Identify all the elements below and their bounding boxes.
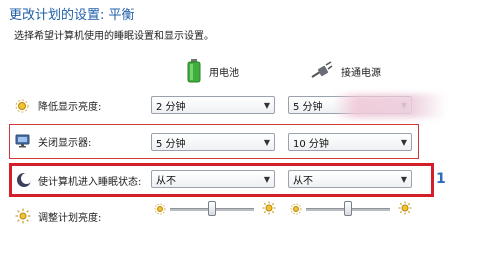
brightness-plugged-slider[interactable] <box>306 200 390 218</box>
battery-icon <box>187 59 201 83</box>
sun-small-icon <box>154 203 166 215</box>
display-off-plugged-value: 10 分钟 <box>293 138 329 150</box>
display-off-battery-select[interactable]: 5 分钟 ▼ <box>151 133 275 151</box>
slider-thumb[interactable] <box>208 201 216 216</box>
power-plan-settings-page: 更改计划的设置: 平衡 选择希望计算机使用的睡眠设置和显示设置。 用电池 接通电… <box>0 0 499 264</box>
row-label-sleep: 使计算机进入睡眠状态: <box>38 177 142 188</box>
blurred-overlay <box>334 94 446 118</box>
brightness-battery-slider[interactable] <box>170 200 254 218</box>
chevron-down-icon: ▼ <box>263 137 271 147</box>
sleep-plugged-value: 从不 <box>293 175 313 187</box>
sun-large-icon <box>398 201 412 215</box>
chevron-down-icon: ▼ <box>400 137 408 147</box>
sleep-battery-value: 从不 <box>156 175 176 187</box>
slider-thumb[interactable] <box>344 201 352 216</box>
plug-icon <box>311 61 333 78</box>
monitor-icon <box>15 134 30 148</box>
row-label-brightness: 调整计划亮度: <box>38 213 102 224</box>
dim-display-icon <box>15 99 29 113</box>
chevron-down-icon: ▼ <box>263 174 271 184</box>
dim-display-battery-select[interactable]: 2 分钟 ▼ <box>151 96 275 114</box>
sun-large-icon <box>262 201 276 215</box>
page-title: 更改计划的设置: 平衡 <box>9 8 135 23</box>
column-label-plugged: 接通电源 <box>341 67 381 79</box>
display-off-plugged-select[interactable]: 10 分钟 ▼ <box>288 133 412 151</box>
column-header-plugged: 接通电源 <box>311 58 381 84</box>
dim-display-battery-value: 2 分钟 <box>156 101 186 113</box>
column-label-battery: 用电池 <box>209 67 239 79</box>
sleep-battery-select[interactable]: 从不 ▼ <box>151 170 275 188</box>
column-header-battery: 用电池 <box>187 58 239 84</box>
brightness-sun-icon <box>15 208 31 224</box>
display-off-battery-value: 5 分钟 <box>156 138 186 150</box>
sleep-plugged-select[interactable]: 从不 ▼ <box>288 170 412 188</box>
sleep-moon-icon <box>17 173 32 187</box>
sun-small-icon <box>290 203 302 215</box>
page-subtitle: 选择希望计算机使用的睡眠设置和显示设置。 <box>14 31 214 42</box>
annotation-marker: 1 <box>436 171 446 187</box>
row-label-display-off: 关闭显示器: <box>38 138 92 149</box>
chevron-down-icon: ▼ <box>400 174 408 184</box>
row-label-dim-display: 降低显示亮度: <box>38 102 102 113</box>
chevron-down-icon: ▼ <box>263 100 271 110</box>
